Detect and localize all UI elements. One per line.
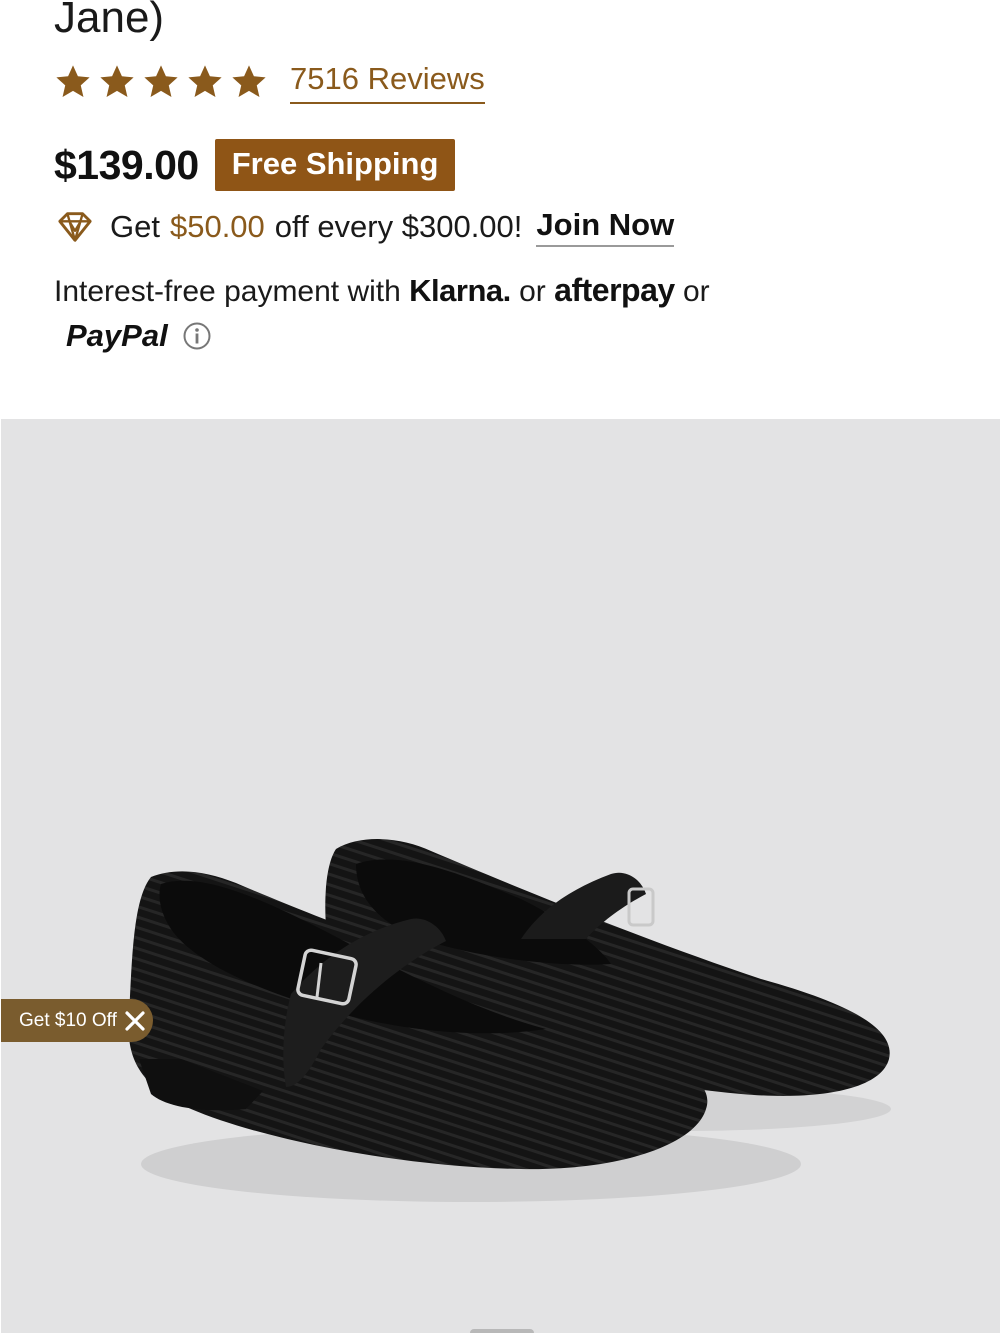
product-image[interactable]: Get $10 Off — [1, 419, 1000, 1333]
payment-or: or — [519, 275, 546, 308]
star-icon — [100, 65, 134, 98]
close-icon[interactable] — [123, 1009, 147, 1033]
star-icon — [232, 65, 266, 98]
membership-suffix: off every $300.00! — [274, 209, 523, 244]
membership-amount: $50.00 — [169, 209, 265, 244]
join-now-link[interactable]: Join Now — [536, 207, 675, 247]
promo-label: Get $10 Off — [19, 1009, 117, 1031]
star-icon — [56, 65, 90, 98]
product-title: Jane) — [54, 0, 165, 42]
paypal-line: PayPal — [54, 314, 954, 358]
scroll-handle[interactable] — [470, 1329, 534, 1333]
star-rating — [54, 63, 268, 101]
promo-discount-tab[interactable]: Get $10 Off — [1, 999, 153, 1042]
membership-prefix: Get — [110, 209, 160, 244]
paypal-logo[interactable]: PayPal — [66, 314, 168, 358]
free-shipping-badge: Free Shipping — [214, 139, 456, 191]
klarna-logo[interactable]: Klarna. — [409, 273, 511, 308]
price-row: $139.00 Free Shipping — [54, 139, 456, 191]
payment-or: or — [683, 275, 710, 308]
payment-intro: Interest-free payment with — [54, 275, 401, 308]
afterpay-logo[interactable]: afterpay — [554, 272, 675, 308]
diamond-icon — [58, 212, 92, 242]
shoe-image — [128, 839, 891, 1202]
product-price: $139.00 — [54, 141, 199, 188]
star-icon — [188, 65, 222, 98]
product-page: Jane) 7516 Reviews $139.00 Free Shipping… — [0, 0, 1000, 1333]
membership-promo: Get $50.00 off every $300.00! Join Now — [56, 207, 675, 247]
info-icon[interactable] — [182, 321, 212, 351]
rating-row: 7516 Reviews — [54, 60, 485, 104]
reviews-link[interactable]: 7516 Reviews — [290, 60, 485, 104]
payment-line: Interest-free payment with Klarna. or af… — [54, 268, 954, 314]
payment-options: Interest-free payment with Klarna. or af… — [54, 268, 954, 358]
star-icon — [144, 65, 178, 98]
